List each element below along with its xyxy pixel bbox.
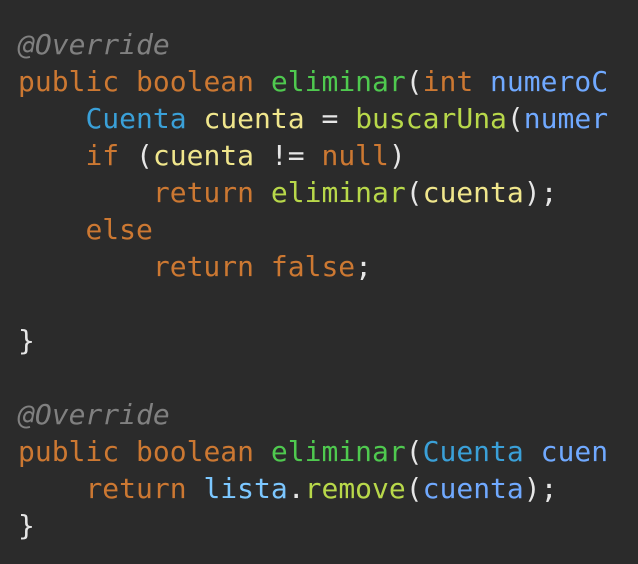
keyword-token: boolean xyxy=(136,65,255,98)
code-line[interactable]: public boolean eliminar(int numeroC xyxy=(18,63,608,100)
keyword-token: if xyxy=(85,139,120,172)
keyword-token: null xyxy=(321,139,389,172)
code-line[interactable]: } xyxy=(18,322,608,359)
keyword-token: int xyxy=(422,65,474,98)
code-line[interactable]: else xyxy=(18,211,608,248)
method-call-token: remove xyxy=(304,472,406,505)
punctuation-token: ( xyxy=(506,102,524,135)
keyword-token: public xyxy=(18,435,120,468)
identifier-token: cuenta xyxy=(152,139,255,172)
code-line[interactable]: return eliminar(cuenta); xyxy=(18,174,608,211)
keyword-token: return xyxy=(152,250,255,283)
punctuation-token: ( xyxy=(405,176,423,209)
keyword-token: return xyxy=(152,176,255,209)
punctuation-token: ( xyxy=(405,472,423,505)
punctuation-token: . xyxy=(287,472,305,505)
punctuation-token: } xyxy=(18,509,35,542)
code-line[interactable] xyxy=(18,359,608,396)
punctuation-token: ( xyxy=(136,139,153,172)
code-line[interactable]: } xyxy=(18,507,608,544)
keyword-token: false xyxy=(270,250,356,283)
method-call-token: buscarUna xyxy=(355,102,507,135)
field-token: lista xyxy=(203,472,288,505)
code-editor[interactable]: @Override public boolean eliminar(int num… xyxy=(18,26,608,544)
punctuation-token: ); xyxy=(523,472,558,505)
code-line[interactable]: Cuenta cuenta = buscarUna(numer xyxy=(18,100,608,137)
code-line[interactable]: if (cuenta != null) xyxy=(18,137,608,174)
type-token: Cuenta xyxy=(85,102,187,135)
parameter-token: cuen xyxy=(540,435,609,468)
code-line[interactable]: @Override xyxy=(18,26,608,63)
parameter-token: cuenta xyxy=(422,472,524,505)
code-line[interactable]: return false; xyxy=(18,248,608,285)
operator-token: = xyxy=(321,102,339,135)
keyword-token: boolean xyxy=(136,435,255,468)
keyword-token: else xyxy=(85,213,153,246)
method-name-token: eliminar xyxy=(270,435,406,468)
annotation-token: @Override xyxy=(18,398,170,431)
code-line[interactable] xyxy=(18,285,608,322)
punctuation-token: ( xyxy=(405,65,423,98)
code-line[interactable]: public boolean eliminar(Cuenta cuen xyxy=(18,433,608,470)
operator-token: != xyxy=(270,139,305,172)
keyword-token: public xyxy=(18,65,120,98)
code-line[interactable]: @Override xyxy=(18,396,608,433)
parameter-token: numer xyxy=(523,102,609,135)
parameter-token: numeroC xyxy=(490,65,609,98)
method-call-token: eliminar xyxy=(270,176,406,209)
local-variable-token: cuenta xyxy=(203,102,305,135)
punctuation-token: ); xyxy=(523,176,558,209)
annotation-token: @Override xyxy=(18,28,170,61)
punctuation-token: ( xyxy=(405,435,423,468)
type-token: Cuenta xyxy=(422,435,524,468)
punctuation-token: } xyxy=(18,324,35,357)
code-line[interactable]: return lista.remove(cuenta); xyxy=(18,470,608,507)
punctuation-token: ; xyxy=(355,250,373,283)
punctuation-token: ) xyxy=(388,139,406,172)
identifier-token: cuenta xyxy=(422,176,524,209)
method-name-token: eliminar xyxy=(270,65,406,98)
keyword-token: return xyxy=(85,472,187,505)
